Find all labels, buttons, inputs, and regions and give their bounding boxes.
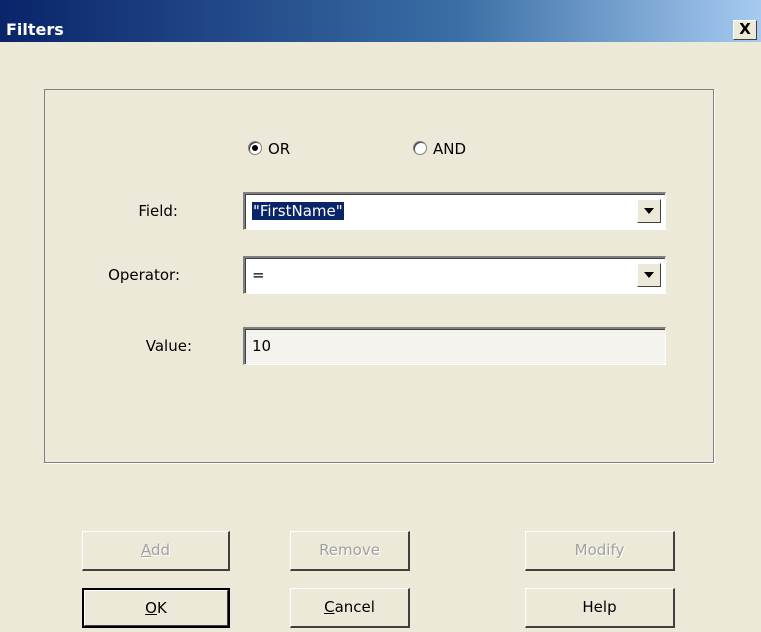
field-combobox[interactable]: "FirstName" [243, 192, 666, 230]
and-radio-button[interactable] [413, 141, 427, 155]
remove-button-label: Remove [319, 541, 380, 559]
field-label: Field: [138, 202, 178, 220]
add-button[interactable]: Add [82, 531, 230, 571]
close-button[interactable]: X [733, 20, 757, 40]
value-label: Value: [145, 337, 192, 355]
ok-button[interactable]: OK [82, 588, 230, 628]
modify-button[interactable]: Modify [525, 531, 675, 571]
radio-selected-dot-icon [252, 145, 258, 151]
chevron-down-icon [644, 208, 654, 214]
help-button-label: Help [582, 598, 617, 616]
help-button[interactable]: Help [525, 588, 675, 628]
title-bar[interactable]: Filters [0, 0, 761, 42]
remove-button[interactable]: Remove [290, 531, 410, 571]
close-icon: X [739, 20, 751, 38]
ok-button-face: OK [84, 590, 228, 626]
operator-combobox-value: = [252, 266, 265, 284]
add-button-label: dd [150, 541, 171, 559]
operator-combobox[interactable]: = [243, 256, 666, 294]
ok-button-label: K [156, 599, 167, 617]
or-radio-label[interactable]: OR [268, 140, 290, 158]
cancel-button-mnemonic: C [324, 598, 335, 616]
operator-dropdown-button[interactable] [637, 263, 661, 287]
modify-button-label: Modify [574, 541, 625, 559]
cancel-button-label: ancel [334, 598, 375, 616]
field-dropdown-button[interactable] [637, 199, 661, 223]
or-radio-button[interactable] [248, 141, 262, 155]
ok-button-mnemonic: O [145, 599, 157, 617]
value-input-text: 10 [252, 337, 272, 355]
value-input[interactable]: 10 [243, 327, 666, 365]
cancel-button[interactable]: Cancel [290, 588, 410, 628]
chevron-down-icon [644, 272, 654, 278]
add-button-mnemonic: A [140, 541, 151, 559]
operator-label: Operator: [108, 266, 180, 284]
field-combobox-value: "FirstName" [252, 202, 344, 220]
window-title: Filters [6, 20, 64, 39]
and-radio-label[interactable]: AND [433, 140, 466, 158]
